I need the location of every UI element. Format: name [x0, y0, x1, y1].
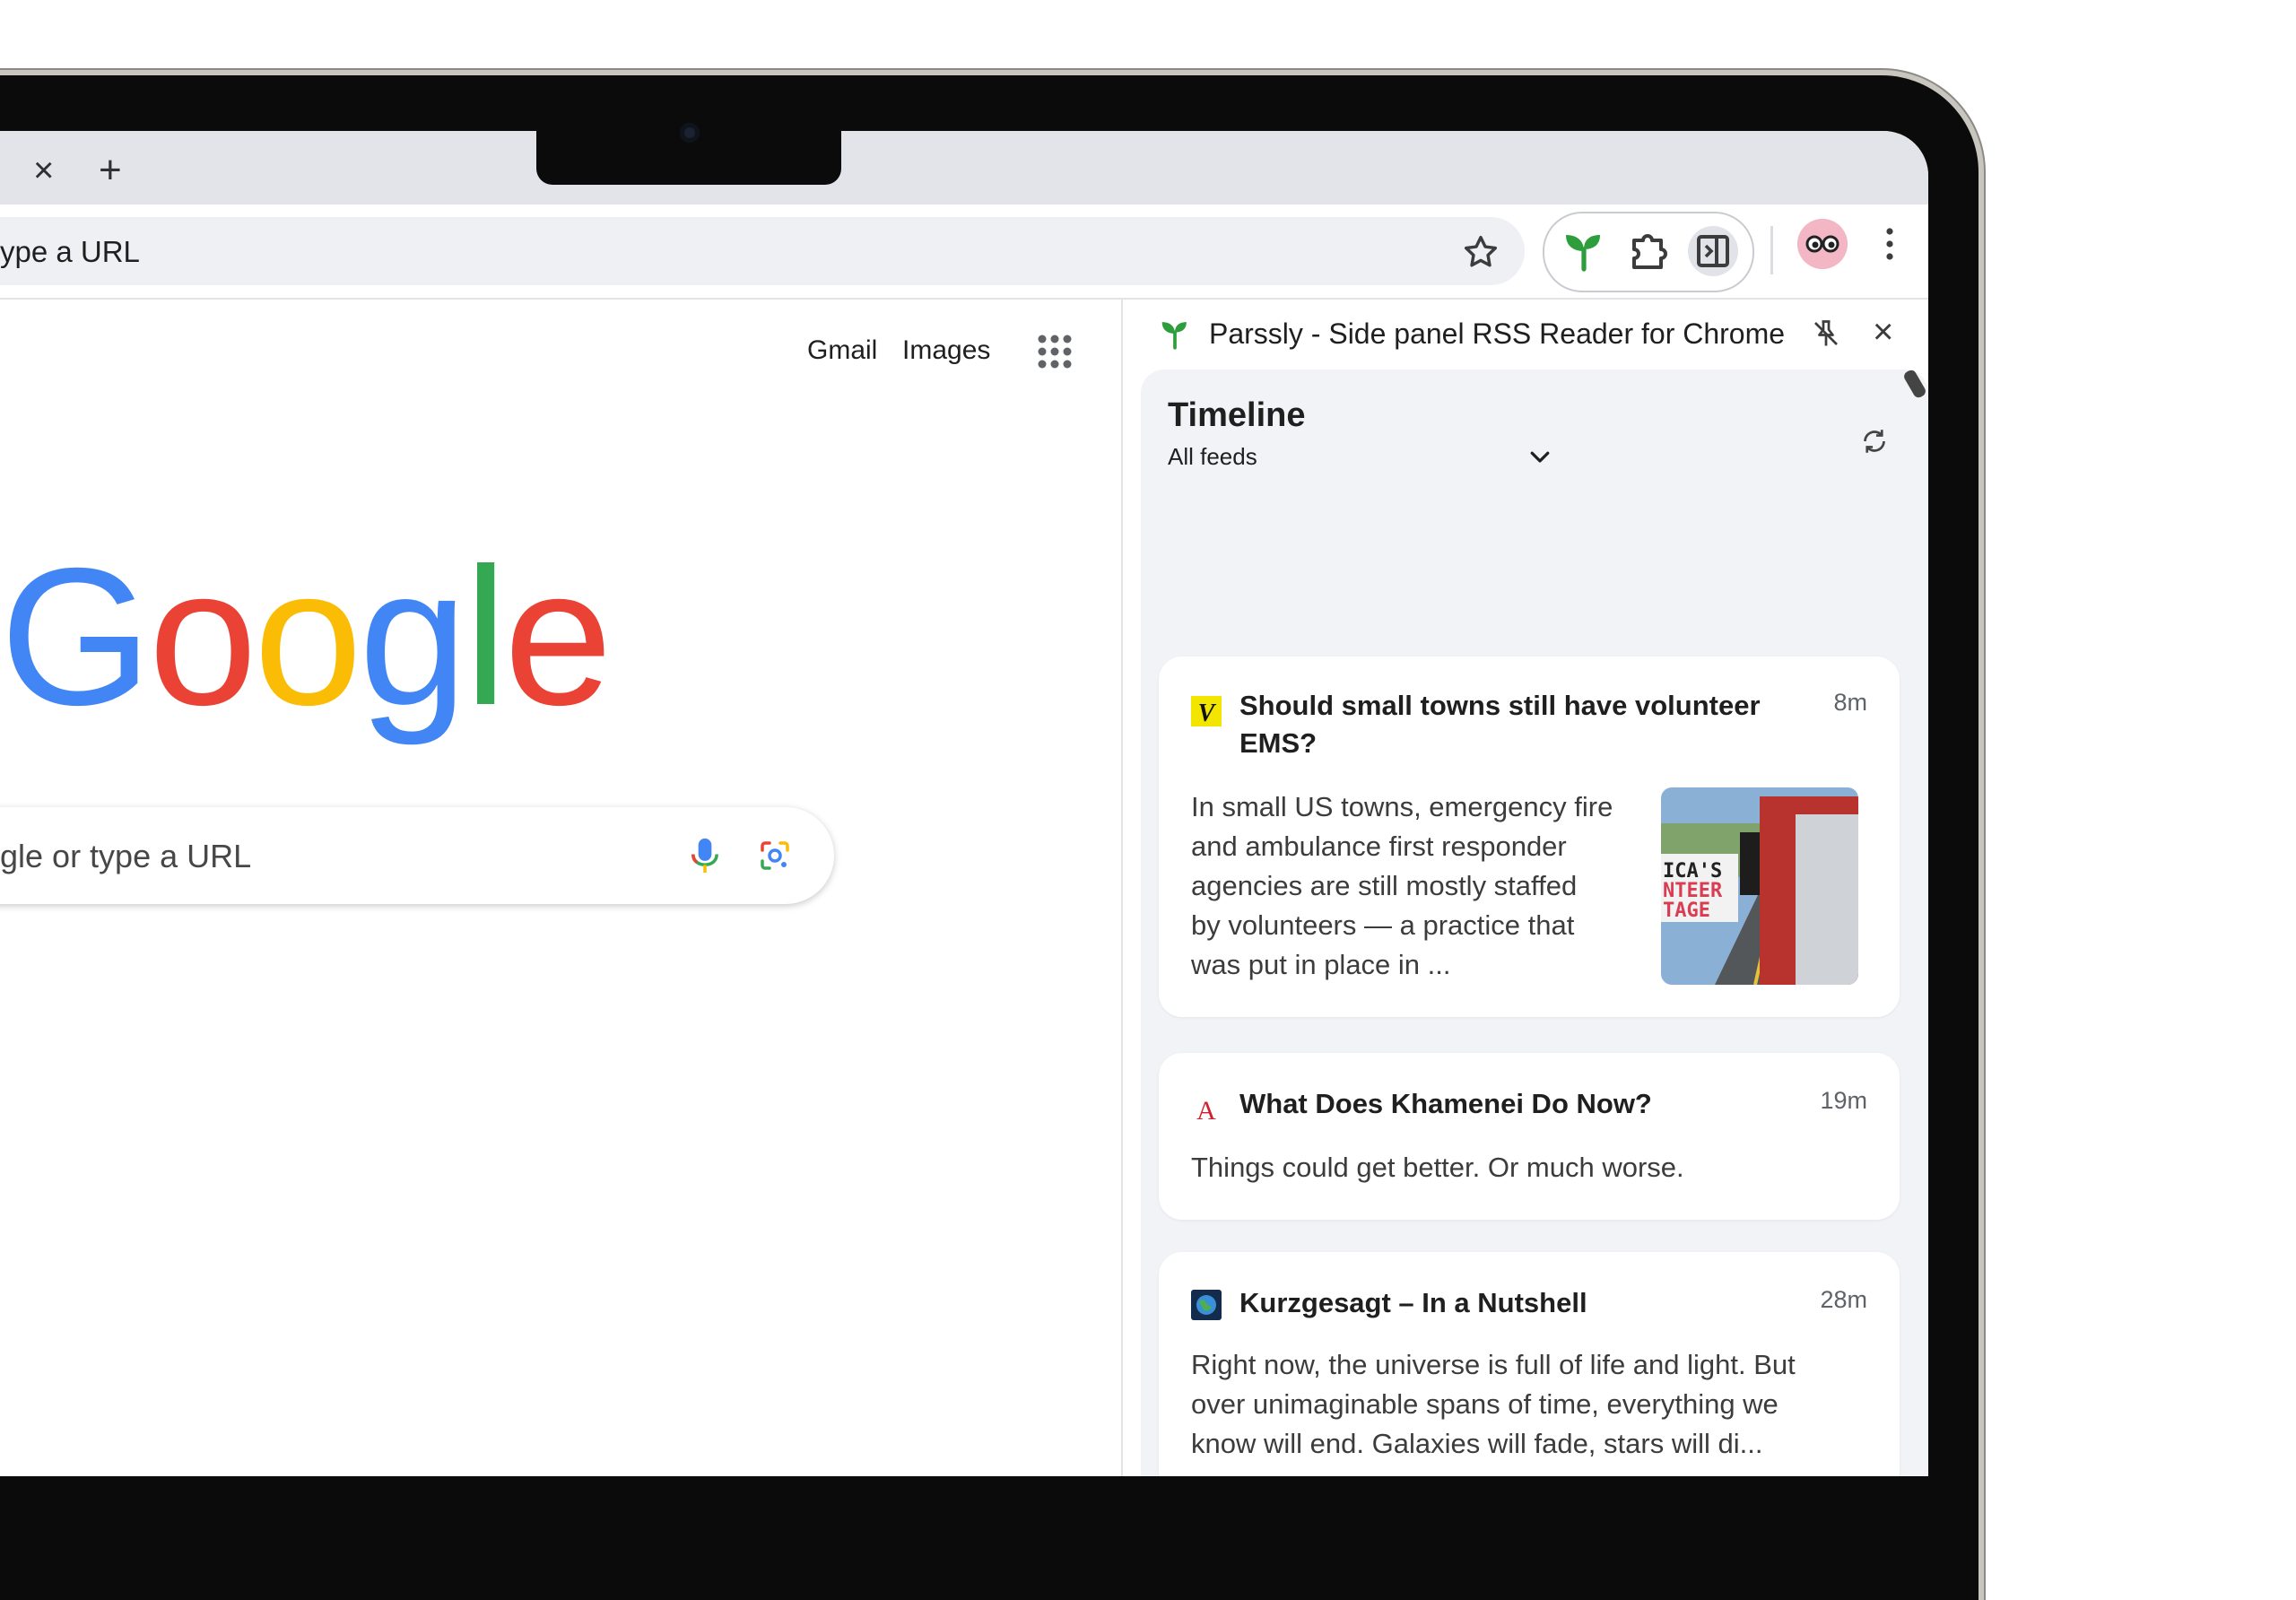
svg-text:V: V — [1198, 700, 1217, 726]
unpin-icon[interactable] — [1810, 317, 1842, 350]
card-title: What Does Khamenei Do Now? — [1239, 1088, 1652, 1119]
refresh-icon[interactable] — [1858, 425, 1891, 457]
gmail-link[interactable]: Gmail — [807, 335, 877, 366]
parssly-logo-icon — [1161, 322, 1187, 350]
atlantic-a-icon: A — [1196, 1096, 1216, 1123]
card-description: Right now, the universe is full of life … — [1191, 1349, 1796, 1459]
bookmark-star-icon[interactable] — [1460, 231, 1501, 273]
google-lens-icon[interactable] — [757, 838, 793, 874]
verge-v-icon: V — [1191, 696, 1222, 726]
card-description: Things could get better. Or much worse. — [1191, 1152, 1684, 1183]
side-panel-toggle-icon[interactable] — [1688, 226, 1738, 276]
side-panel-close-button[interactable]: × — [1873, 314, 1893, 350]
address-bar[interactable]: ype a URL — [0, 217, 1525, 285]
kurzgesagt-globe-icon — [1191, 1290, 1222, 1320]
profile-avatar[interactable] — [1797, 219, 1848, 269]
feed-selector[interactable]: All feeds — [1168, 443, 1257, 471]
browser-window: × + ype a URL Gmail Images Google gle or… — [0, 131, 1928, 1476]
side-panel-header: Parssly - Side panel RSS Reader for Chro… — [1123, 300, 1928, 370]
feed-card[interactable]: A What Does Khamenei Do Now? 19m Things … — [1159, 1053, 1900, 1220]
google-newtab-page: Gmail Images Google gle or type a URL — [0, 300, 1123, 1476]
side-panel-body: Timeline All feeds V Should small towns … — [1141, 370, 1928, 1476]
card-time: 8m — [1833, 689, 1867, 716]
parssly-sprout-icon[interactable] — [1559, 226, 1609, 276]
feed-card[interactable]: Kurzgesagt – In a Nutshell 28m Right now… — [1159, 1252, 1900, 1476]
voice-search-mic-icon[interactable] — [689, 836, 721, 875]
extensions-puzzle-icon[interactable] — [1623, 226, 1674, 276]
thumb-text-3: TAGE — [1663, 900, 1710, 922]
card-title: Kurzgesagt – In a Nutshell — [1239, 1287, 1587, 1318]
address-bar-text: ype a URL — [0, 235, 140, 268]
chevron-down-icon[interactable] — [1526, 443, 1553, 470]
search-placeholder: gle or type a URL — [0, 838, 252, 874]
timeline-title: Timeline — [1168, 396, 1306, 434]
google-logo-letter: G — [0, 528, 152, 746]
google-logo-letter: l — [464, 528, 507, 746]
google-logo-letter: o — [253, 528, 362, 746]
browser-toolbar: ype a URL — [0, 204, 1928, 300]
toolbar-divider — [1770, 226, 1773, 274]
images-link[interactable]: Images — [902, 335, 990, 366]
new-tab-button[interactable]: + — [99, 151, 122, 190]
google-logo: Google — [0, 540, 613, 735]
google-logo-letter: g — [359, 528, 467, 746]
svg-text:A: A — [1196, 1096, 1216, 1123]
search-box[interactable]: gle or type a URL — [0, 807, 834, 904]
feed-card[interactable]: V Should small towns still have voluntee… — [1159, 657, 1900, 1017]
card-description: In small US towns, emergency fire and am… — [1191, 791, 1613, 980]
google-apps-grid-icon[interactable] — [1033, 330, 1076, 373]
card-title: Should small towns still have volunteer … — [1239, 690, 1761, 759]
extensions-group — [1543, 212, 1754, 292]
camera-icon — [680, 123, 700, 143]
tab-close-button[interactable]: × — [33, 152, 54, 188]
card-time: 19m — [1820, 1087, 1867, 1114]
more-menu-icon[interactable] — [1876, 219, 1903, 269]
card-time: 28m — [1820, 1286, 1867, 1313]
google-logo-letter: o — [148, 528, 257, 746]
tab-strip: × + — [0, 131, 1928, 204]
side-panel-title: Parssly - Side panel RSS Reader for Chro… — [1209, 317, 1786, 350]
article-thumbnail: ICA'S NTEER TAGE — [1661, 787, 1858, 985]
google-logo-letter: e — [503, 528, 613, 746]
